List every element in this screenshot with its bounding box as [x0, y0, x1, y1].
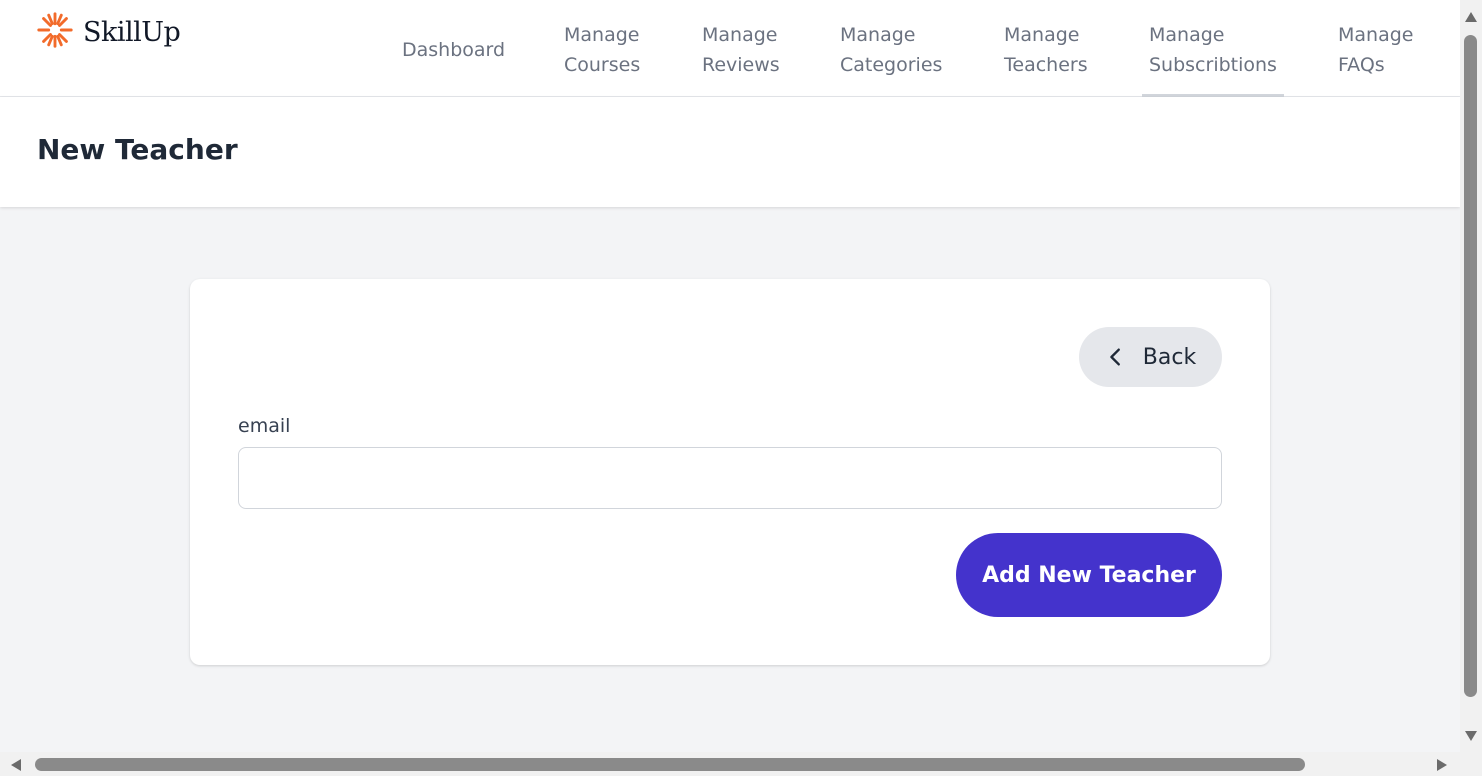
page: SkillUp Dashboard Manage Courses Manage …: [0, 0, 1460, 752]
nav-label: Manage: [1004, 24, 1080, 46]
chevron-left-icon: [1105, 346, 1143, 368]
nav-label: Subscribtions: [1149, 54, 1277, 76]
nav-label: Teachers: [1004, 54, 1088, 76]
sunburst-logo-icon: [37, 12, 73, 52]
vertical-scrollbar-thumb[interactable]: [1464, 35, 1477, 697]
new-teacher-form-card: Back email Add New Teacher: [190, 279, 1270, 665]
nav-item-dashboard[interactable]: Dashboard: [402, 35, 505, 65]
nav-item-manage-faqs[interactable]: Manage FAQs: [1338, 20, 1413, 80]
nav-label: Manage: [564, 24, 640, 46]
logo[interactable]: SkillUp: [37, 12, 181, 52]
nav-label: Reviews: [702, 54, 780, 76]
add-new-teacher-button[interactable]: Add New Teacher: [956, 533, 1222, 617]
logo-text: SkillUp: [83, 16, 181, 48]
page-header: New Teacher: [0, 97, 1460, 207]
nav-label: Manage: [702, 24, 778, 46]
email-input[interactable]: [238, 447, 1222, 509]
nav-label: FAQs: [1338, 54, 1385, 76]
horizontal-scrollbar-thumb[interactable]: [35, 758, 1305, 771]
back-button-label: Back: [1142, 344, 1197, 370]
back-button[interactable]: Back: [1079, 327, 1222, 387]
nav-item-manage-teachers[interactable]: Manage Teachers: [1004, 20, 1088, 80]
nav-item-manage-categories[interactable]: Manage Categories: [840, 20, 942, 80]
nav-label: Dashboard: [402, 39, 506, 61]
scroll-down-arrow-icon[interactable]: [1465, 731, 1477, 741]
nav-label: Manage: [1149, 24, 1225, 46]
nav-label: Manage: [1338, 24, 1414, 46]
scroll-up-arrow-icon[interactable]: [1465, 12, 1477, 22]
scroll-right-arrow-icon[interactable]: [1437, 759, 1447, 771]
page-title: New Teacher: [37, 133, 238, 166]
nav-item-manage-courses[interactable]: Manage Courses: [564, 20, 640, 80]
nav-label: Courses: [564, 54, 641, 76]
nav-item-manage-subscriptions[interactable]: Manage Subscribtions: [1149, 20, 1277, 80]
scroll-left-arrow-icon[interactable]: [11, 759, 21, 771]
nav-label: Manage: [840, 24, 916, 46]
top-navigation: SkillUp Dashboard Manage Courses Manage …: [0, 0, 1460, 97]
nav-item-manage-reviews[interactable]: Manage Reviews: [702, 20, 780, 80]
nav-label: Categories: [840, 54, 943, 76]
email-label: email: [238, 415, 291, 437]
